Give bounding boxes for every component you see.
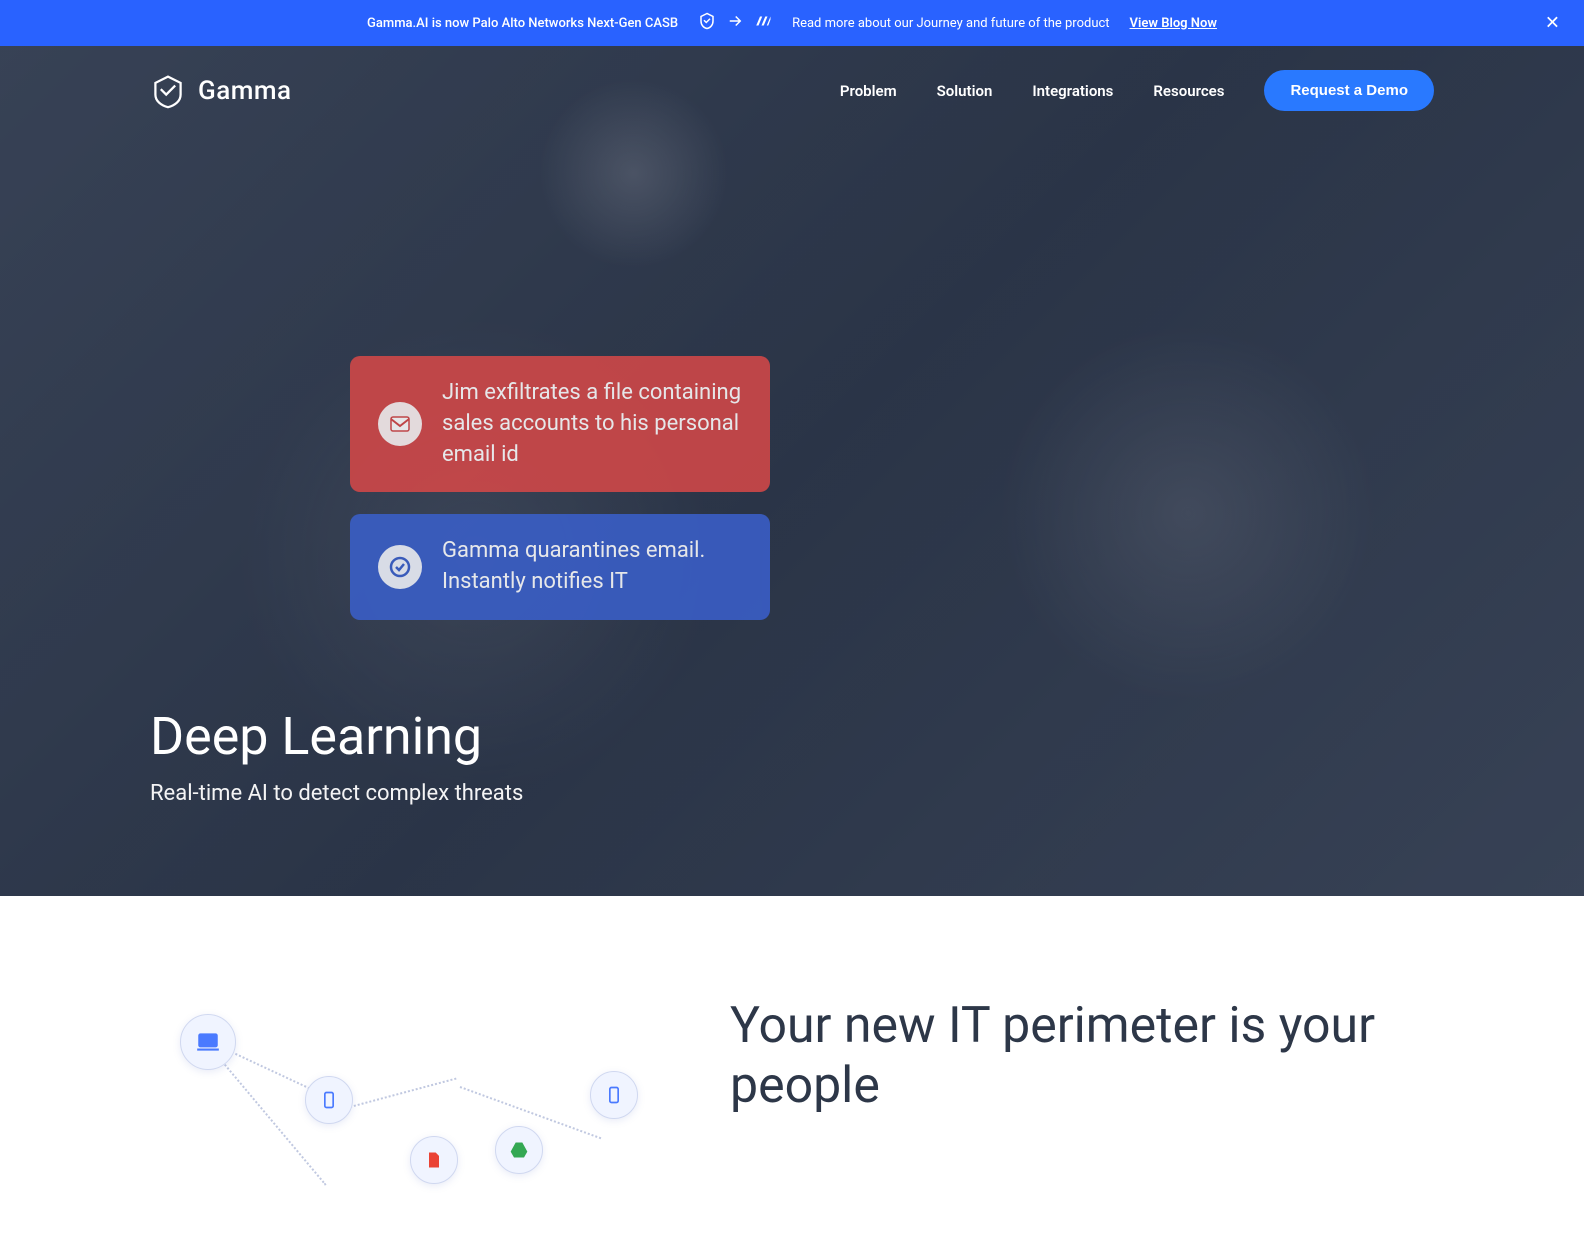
section-perimeter: Your new IT perimeter is your people bbox=[0, 896, 1584, 1236]
check-shield-icon bbox=[378, 545, 422, 589]
phone-node-icon bbox=[590, 1071, 638, 1119]
doc-node-icon bbox=[410, 1136, 458, 1184]
arrow-right-icon bbox=[726, 12, 744, 34]
close-icon: ✕ bbox=[1545, 13, 1560, 33]
notification-stack: Jim exfiltrates a file containing sales … bbox=[350, 356, 770, 620]
announcement-bar: Gamma.AI is now Palo Alto Networks Next-… bbox=[0, 0, 1584, 46]
announcement-link[interactable]: View Blog Now bbox=[1130, 16, 1217, 31]
nav-link-problem[interactable]: Problem bbox=[840, 82, 897, 100]
network-diagram bbox=[150, 996, 630, 1196]
announcement-close-button[interactable]: ✕ bbox=[1545, 13, 1560, 34]
nav-link-solution[interactable]: Solution bbox=[937, 82, 993, 100]
section-content: Your new IT perimeter is your people bbox=[730, 996, 1434, 1116]
phone-node-icon bbox=[305, 1076, 353, 1124]
notification-alert: Jim exfiltrates a file containing sales … bbox=[350, 356, 770, 492]
network-edge bbox=[350, 1078, 457, 1108]
hero-subtitle: Real-time AI to detect complex threats bbox=[150, 781, 523, 806]
nav-link-integrations[interactable]: Integrations bbox=[1032, 82, 1113, 100]
navbar: Gamma Problem Solution Integrations Reso… bbox=[0, 46, 1584, 135]
announcement-primary-text: Gamma.AI is now Palo Alto Networks Next-… bbox=[367, 16, 678, 31]
gamma-logo-icon bbox=[150, 73, 186, 109]
hero-title: Deep Learning bbox=[150, 706, 523, 767]
hero-headline: Deep Learning Real-time AI to detect com… bbox=[150, 706, 523, 806]
announcement-icons bbox=[698, 12, 772, 34]
notification-alert-text: Jim exfiltrates a file containing sales … bbox=[442, 378, 742, 470]
nav-link-resources[interactable]: Resources bbox=[1153, 82, 1224, 100]
section-heading: Your new IT perimeter is your people bbox=[730, 996, 1434, 1116]
logo[interactable]: Gamma bbox=[150, 73, 292, 109]
laptop-node-icon bbox=[180, 1014, 236, 1070]
request-demo-button[interactable]: Request a Demo bbox=[1264, 70, 1434, 111]
notification-resolution-text: Gamma quarantines email. Instantly notif… bbox=[442, 536, 742, 598]
gmail-icon bbox=[378, 402, 422, 446]
announcement-secondary-text: Read more about our Journey and future o… bbox=[792, 16, 1109, 31]
logo-text: Gamma bbox=[198, 76, 292, 106]
nav-links: Problem Solution Integrations Resources … bbox=[840, 70, 1434, 111]
notification-resolution: Gamma quarantines email. Instantly notif… bbox=[350, 514, 770, 620]
gamma-shield-icon bbox=[698, 12, 716, 34]
hero-section: Gamma Problem Solution Integrations Reso… bbox=[0, 46, 1584, 896]
palo-alto-icon bbox=[754, 12, 772, 34]
drive-node-icon bbox=[495, 1126, 543, 1174]
